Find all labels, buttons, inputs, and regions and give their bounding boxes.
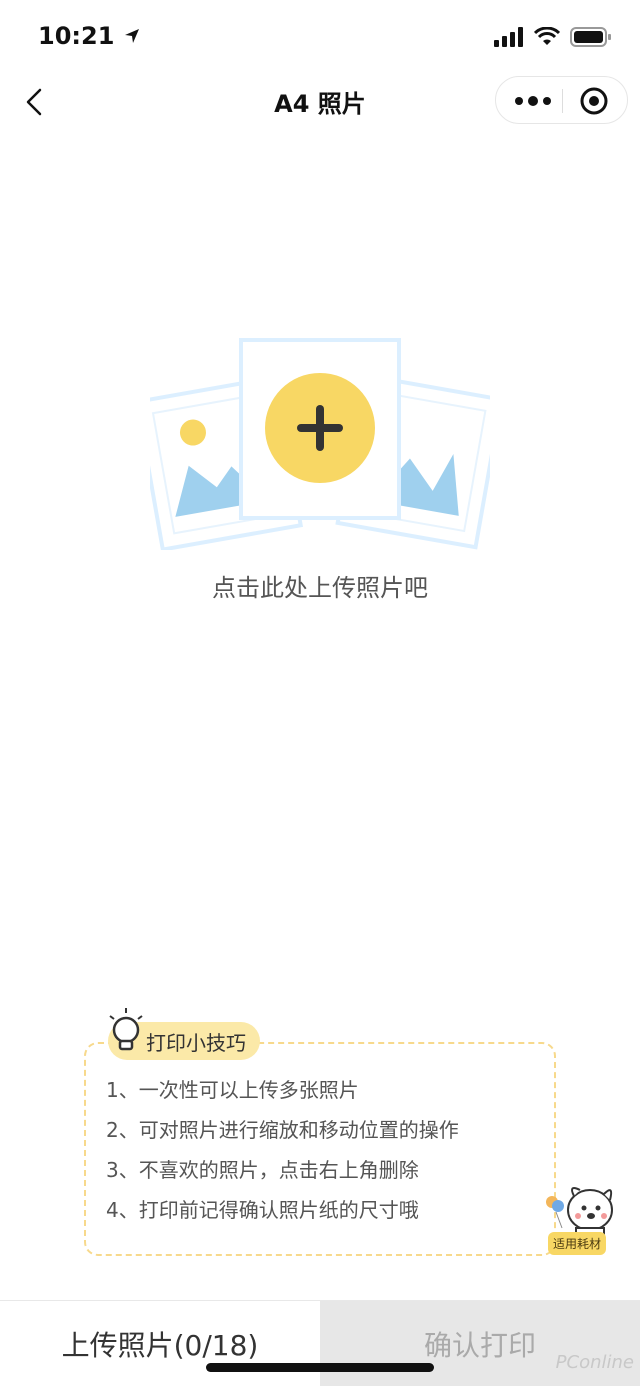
- status-bar: 10:21: [0, 0, 640, 76]
- tip-item: 2、可对照片进行缩放和移动位置的操作: [106, 1118, 459, 1142]
- tip-item: 1、一次性可以上传多张照片: [106, 1078, 359, 1102]
- upload-hint: 点击此处上传照片吧: [212, 574, 428, 602]
- more-button[interactable]: [510, 87, 556, 115]
- status-icons: [494, 26, 612, 48]
- tip-item: 3、不喜欢的照片，点击右上角删除: [106, 1158, 419, 1182]
- watermark-logo: PConline: [555, 1352, 634, 1373]
- wifi-icon: [534, 27, 560, 45]
- mini-program-capsule: [495, 76, 628, 124]
- mascot-label[interactable]: 适用耗材: [548, 1232, 607, 1255]
- tips-title: 打印小技巧: [146, 1030, 246, 1055]
- photo-stack-illustration: [134, 338, 504, 552]
- battery-icon: [570, 27, 611, 47]
- upload-photos-button[interactable]: 上传照片(0/18): [0, 1301, 320, 1386]
- home-indicator: [206, 1363, 434, 1372]
- capsule-divider: [562, 89, 563, 113]
- confirm-print-button[interactable]: 确认打印: [320, 1301, 640, 1386]
- close-target-icon: [580, 87, 608, 115]
- close-button[interactable]: [578, 85, 610, 117]
- bottom-bar: 上传照片(0/18) 确认打印: [0, 1300, 640, 1386]
- status-time: 10:21: [38, 22, 141, 50]
- more-icon: [515, 96, 551, 106]
- tip-item: 4、打印前记得确认照片纸的尺寸哦: [106, 1198, 419, 1222]
- bulb-icon: [109, 1008, 143, 1051]
- nav-bar: A4 照片: [0, 76, 640, 126]
- tips-list: 1、一次性可以上传多张照片 2、可对照片进行缩放和移动位置的操作 3、不喜欢的照…: [106, 1074, 459, 1234]
- location-arrow-icon: [124, 29, 139, 43]
- signal-icon: [494, 27, 523, 47]
